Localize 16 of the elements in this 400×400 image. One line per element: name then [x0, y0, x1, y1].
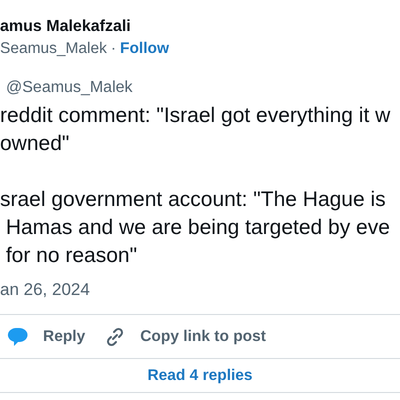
post-text-line: for no reason" [4, 243, 138, 269]
copy-link-button[interactable]: Copy link to post [105, 326, 266, 346]
quoted-handle: @Seamus_Malek [6, 78, 134, 98]
post-text-line: owned" [0, 131, 70, 157]
speech-bubble-icon [7, 326, 28, 346]
separator-dot: · [110, 39, 116, 59]
post-date: an 26, 2024 [0, 279, 91, 301]
author-handle: Seamus_Malek [0, 39, 107, 59]
post-text-line: Hamas and we are being targeted by eve [4, 215, 390, 241]
read-replies-link[interactable]: Read 4 replies [147, 359, 253, 392]
follow-link[interactable]: Follow [120, 38, 170, 60]
link-icon [105, 326, 126, 346]
reply-button[interactable]: Reply [7, 326, 86, 346]
author-name: amus Malekafzali [0, 17, 132, 37]
post-text-line: reddit comment: "Israel got everything it w [0, 103, 390, 129]
post-text-line: srael government account: "The Hague is [0, 187, 386, 213]
